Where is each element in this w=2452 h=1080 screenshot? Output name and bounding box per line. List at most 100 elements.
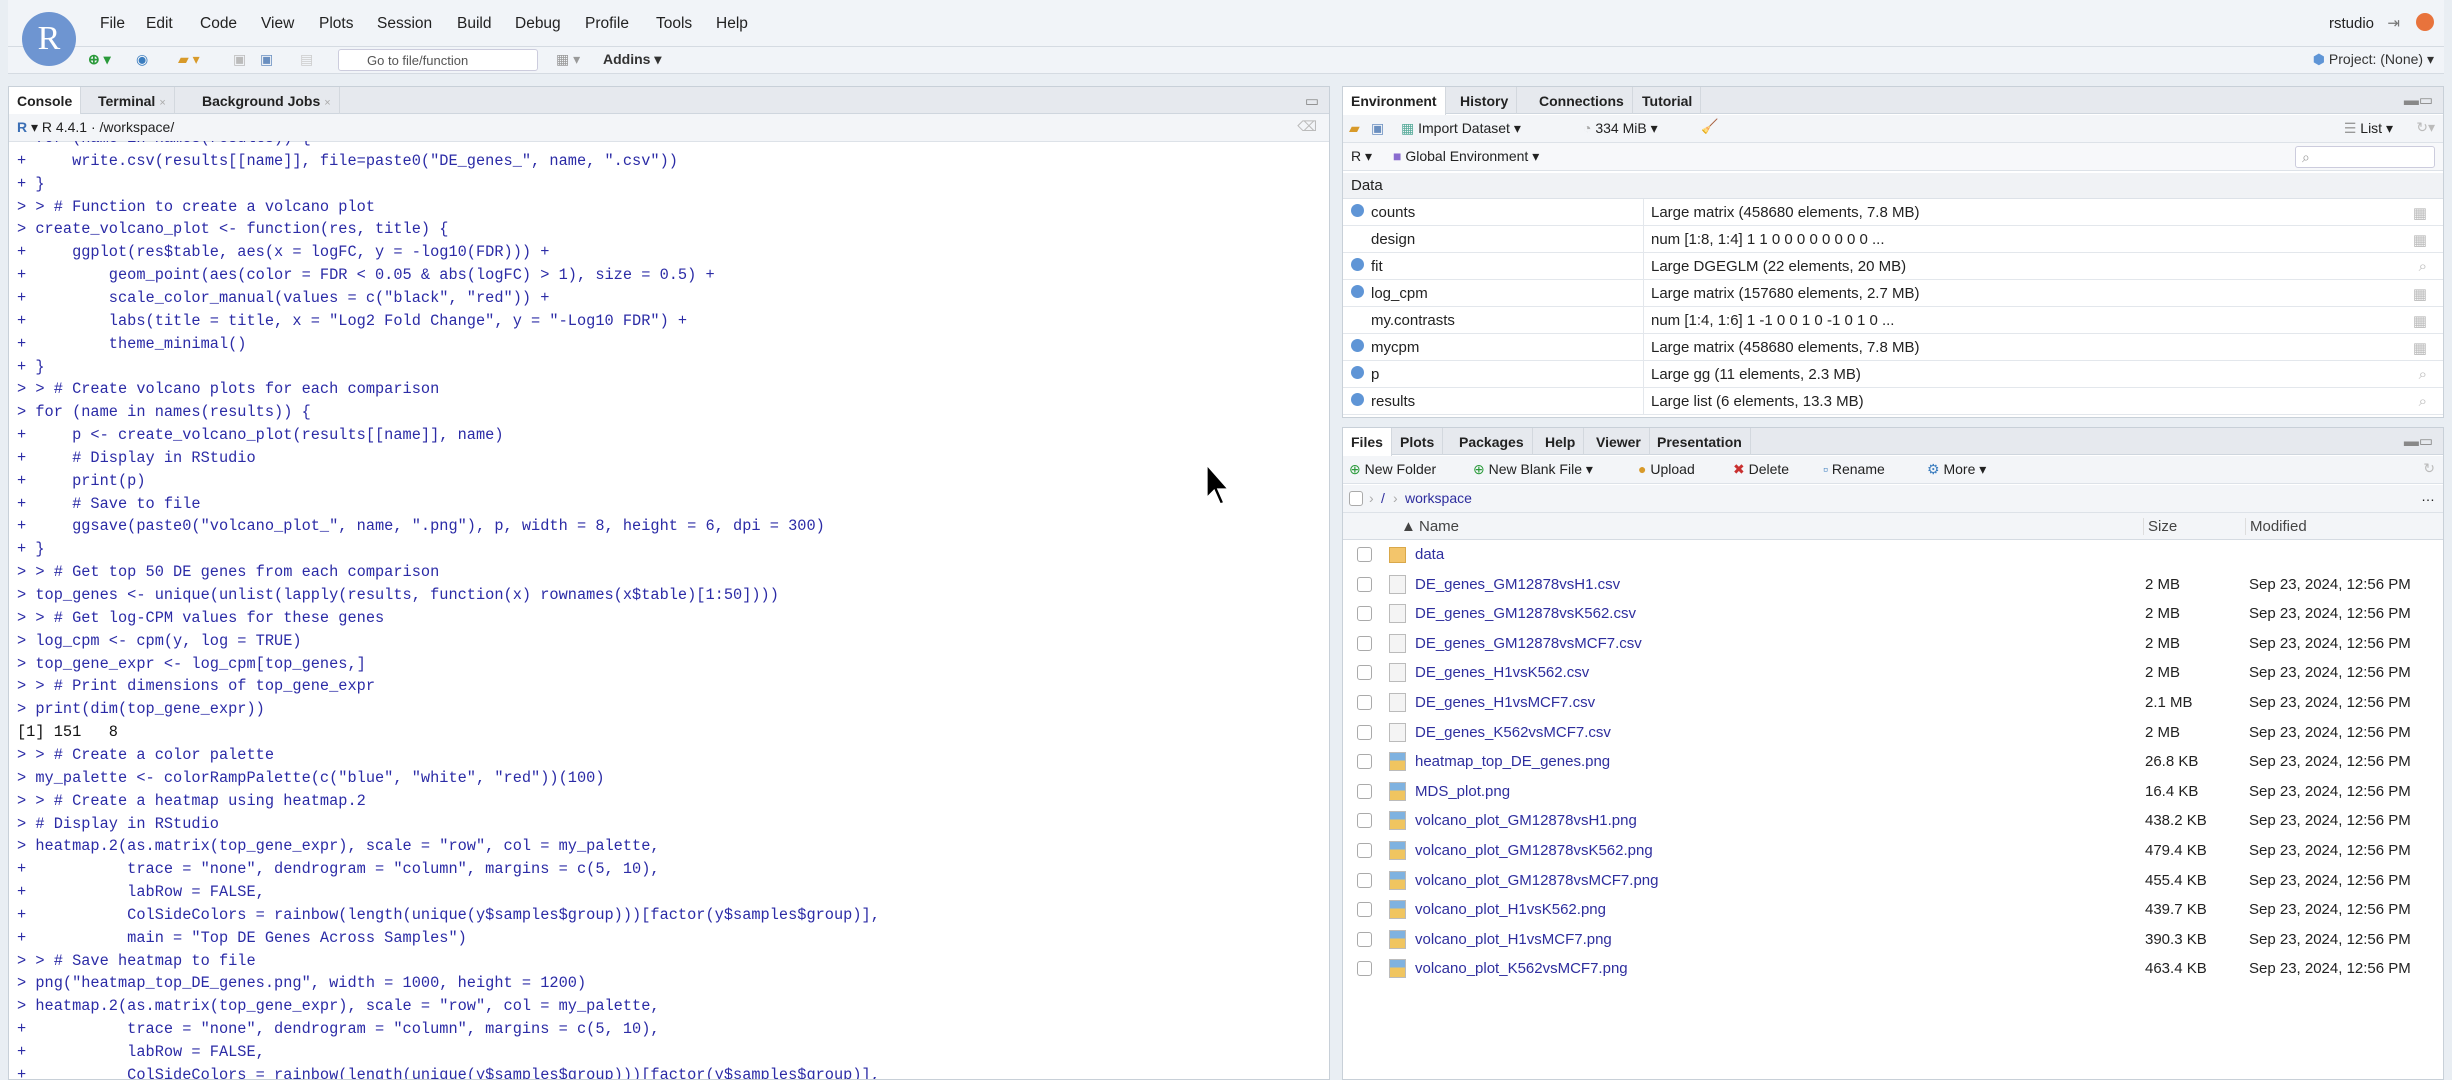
environment-row[interactable]: results Large list (6 elements, 13.3 MB) ⌕	[1343, 388, 2443, 415]
row-checkbox[interactable]	[1357, 724, 1372, 740]
file-name-link[interactable]: volcano_plot_GM12878vsMCF7.png	[1415, 872, 1658, 889]
file-row[interactable]: DE_genes_GM12878vsMCF7.csv 2 MB Sep 23, 20…	[1343, 629, 2443, 658]
environment-search-input[interactable]: ⌕	[2295, 146, 2435, 168]
tab-presentation[interactable]: Presentation	[1649, 428, 1751, 455]
file-name-link[interactable]: DE_genes_H1vsK562.csv	[1415, 664, 1589, 681]
print-icon[interactable]: ▤	[300, 51, 313, 68]
row-checkbox[interactable]	[1357, 547, 1372, 562]
save-icon[interactable]: ▣	[233, 51, 246, 68]
file-name-link[interactable]: volcano_plot_GM12878vsK562.png	[1415, 842, 1653, 859]
file-row[interactable]: volcano_plot_H1vsK562.png 439.7 KB Sep 23,…	[1343, 895, 2443, 924]
row-checkbox[interactable]	[1357, 695, 1372, 710]
file-row[interactable]: DE_genes_H1vsMCF7.csv 2.1 MB Sep 23, 2024,…	[1343, 688, 2443, 717]
file-name-link[interactable]: MDS_plot.png	[1415, 783, 1510, 800]
new-blank-file-button[interactable]: ⊕ New Blank File ▾	[1473, 461, 1593, 478]
row-checkbox[interactable]	[1357, 843, 1372, 858]
file-row[interactable]: DE_genes_H1vsK562.csv 2 MB Sep 23, 2024, 1…	[1343, 658, 2443, 687]
rename-button[interactable]: ▫ Rename	[1823, 461, 1885, 477]
scope-dropdown[interactable]: ■ Global Environment ▾	[1393, 148, 1539, 165]
broom-icon[interactable]: 🧹	[1701, 118, 1718, 135]
open-file-icon[interactable]: ▰ ▾	[178, 51, 200, 68]
menu-edit[interactable]: Edit	[146, 15, 173, 33]
file-row[interactable]: volcano_plot_GM12878vsMCF7.png 455.4 KB Se…	[1343, 866, 2443, 895]
file-name-link[interactable]: DE_genes_K562vsMCF7.csv	[1415, 724, 1611, 741]
grid-icon[interactable]: ▦	[2413, 231, 2427, 249]
row-checkbox[interactable]	[1357, 872, 1372, 888]
file-name-link[interactable]: volcano_plot_H1vsMCF7.png	[1415, 931, 1612, 948]
size-column-header[interactable]: Size	[2143, 518, 2177, 535]
tab-packages[interactable]: Packages	[1451, 428, 1533, 455]
delete-button[interactable]: ✖ Delete	[1733, 461, 1789, 478]
close-tab-icon[interactable]: ×	[159, 97, 165, 109]
menu-view[interactable]: View	[261, 15, 294, 33]
menu-code[interactable]: Code	[200, 15, 237, 33]
file-row[interactable]: volcano_plot_K562vsMCF7.png 463.4 KB Sep 2…	[1343, 954, 2443, 983]
expand-icon[interactable]	[1351, 366, 1364, 379]
tab-connections[interactable]: Connections	[1531, 87, 1633, 114]
load-workspace-icon[interactable]: ▰	[1349, 120, 1360, 137]
row-checkbox[interactable]	[1357, 606, 1372, 622]
expand-icon[interactable]	[1351, 393, 1364, 406]
more-options-icon[interactable]: …	[2421, 488, 2435, 504]
new-project-icon[interactable]: ◉	[136, 51, 148, 68]
row-checkbox[interactable]	[1357, 783, 1372, 799]
file-name-link[interactable]: DE_genes_GM12878vsK562.csv	[1415, 605, 1636, 622]
row-checkbox[interactable]	[1357, 635, 1372, 651]
upload-button[interactable]: ● Upload	[1638, 461, 1695, 477]
menu-profile[interactable]: Profile	[585, 15, 629, 33]
menu-help[interactable]: Help	[716, 15, 748, 33]
tab-viewer[interactable]: Viewer	[1588, 428, 1650, 455]
file-row[interactable]: volcano_plot_GM12878vsH1.png 438.2 KB Sep …	[1343, 806, 2443, 835]
select-all-checkbox[interactable]	[1349, 491, 1363, 506]
file-row[interactable]: data	[1343, 540, 2443, 569]
working-directory[interactable]: /workspace/	[100, 119, 175, 135]
maximize-pane-icon[interactable]: ▭	[1305, 92, 1319, 110]
file-row[interactable]: DE_genes_GM12878vsH1.csv 2 MB Sep 23, 2024…	[1343, 570, 2443, 599]
file-name-link[interactable]: data	[1415, 546, 1444, 563]
menu-debug[interactable]: Debug	[515, 15, 561, 33]
modified-column-header[interactable]: Modified	[2245, 518, 2307, 535]
clear-console-icon[interactable]: ⌫	[1297, 118, 1317, 135]
expand-icon[interactable]	[1351, 285, 1364, 298]
file-row[interactable]: DE_genes_GM12878vsK562.csv 2 MB Sep 23, 20…	[1343, 599, 2443, 628]
file-name-link[interactable]: volcano_plot_H1vsK562.png	[1415, 901, 1606, 918]
tab-plots[interactable]: Plots	[1392, 428, 1444, 455]
menu-file[interactable]: File	[100, 15, 125, 33]
menu-plots[interactable]: Plots	[319, 15, 353, 33]
tab-console[interactable]: Console	[9, 87, 82, 115]
grid-icon[interactable]: ▦	[2413, 285, 2427, 303]
file-row[interactable]: heatmap_top_DE_genes.png 26.8 KB Sep 23, 2…	[1343, 747, 2443, 776]
tab-background-jobs[interactable]: Background Jobs ×	[194, 87, 340, 114]
file-name-link[interactable]: heatmap_top_DE_genes.png	[1415, 753, 1610, 770]
tab-history[interactable]: History	[1452, 87, 1518, 114]
save-all-icon[interactable]: ▣	[260, 51, 273, 68]
breadcrumb-workspace[interactable]: workspace	[1405, 490, 1472, 506]
minimize-maximize-icon[interactable]: ▬▭	[2404, 91, 2433, 109]
view-mode-dropdown[interactable]: ☰ List ▾	[2344, 120, 2393, 137]
save-workspace-icon[interactable]: ▣	[1371, 120, 1384, 137]
tab-tutorial[interactable]: Tutorial	[1634, 87, 1702, 114]
row-checkbox[interactable]	[1357, 931, 1372, 947]
new-file-icon[interactable]: ⊕ ▾	[88, 51, 111, 68]
environment-row[interactable]: my.contrasts num [1:4, 1:6] 1 -1 0 0 1 0 …	[1343, 307, 2443, 334]
row-checkbox[interactable]	[1357, 961, 1372, 977]
search-icon[interactable]: ⌕	[2419, 393, 2427, 410]
tab-files[interactable]: Files	[1343, 428, 1392, 456]
row-checkbox[interactable]	[1357, 754, 1372, 770]
console-output[interactable]: > for (name in names(results)) {+ write.…	[9, 141, 1329, 1079]
go-to-file-input[interactable]: Go to file/function	[338, 49, 538, 71]
language-dropdown[interactable]: R ▾	[1351, 148, 1372, 165]
file-row[interactable]: MDS_plot.png 16.4 KB Sep 23, 2024, 12:56 P…	[1343, 777, 2443, 806]
file-row[interactable]: volcano_plot_GM12878vsK562.png 479.4 KB Se…	[1343, 836, 2443, 865]
file-name-link[interactable]: volcano_plot_K562vsMCF7.png	[1415, 960, 1628, 977]
row-checkbox[interactable]	[1357, 813, 1372, 829]
expand-icon[interactable]	[1351, 339, 1364, 352]
refresh-icon[interactable]: ↻▾	[2416, 119, 2435, 136]
expand-icon[interactable]	[1351, 258, 1364, 271]
environment-row[interactable]: fit Large DGEGLM (22 elements, 20 MB) ⌕	[1343, 253, 2443, 280]
search-icon[interactable]: ⌕	[2419, 366, 2427, 383]
environment-row[interactable]: log_cpm Large matrix (157680 elements, 2.…	[1343, 280, 2443, 307]
tab-terminal[interactable]: Terminal ×	[90, 87, 175, 114]
environment-row[interactable]: design num [1:8, 1:4] 1 1 0 0 0 0 0 0 0 0…	[1343, 226, 2443, 253]
menu-tools[interactable]: Tools	[656, 15, 692, 33]
